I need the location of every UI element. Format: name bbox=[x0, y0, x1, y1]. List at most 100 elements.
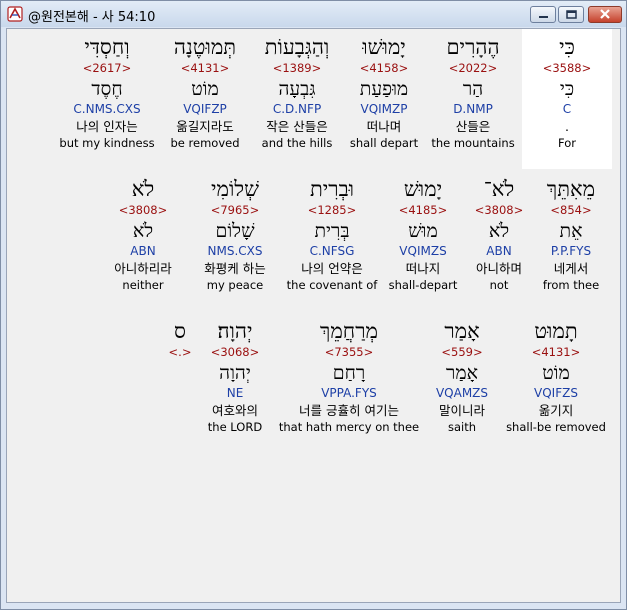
word-vehagevaot[interactable]: וְהַגְּבָעוֹת <1389> גִּבְעָה C.D.NFP 작은… bbox=[253, 29, 341, 151]
word-temutena[interactable]: תְּמוּטֶנָה <4131> מוֹט VQIFZP 옮길지라도 be … bbox=[162, 29, 248, 151]
word-lo-2[interactable]: לֹא <3808> לֹא ABN 아니하리라 neither bbox=[103, 171, 183, 293]
korean-gloss: 나의 인자는 bbox=[76, 119, 138, 134]
strong-number[interactable]: <1389> bbox=[253, 60, 341, 76]
word-yamush[interactable]: יָמוּשׁ <4185> מוּשׁ VQIMZS 떠나지 shall-de… bbox=[385, 171, 461, 293]
word-amar[interactable]: אָמַר <559> אָמַר VQAMZS 말이니라 saith bbox=[425, 313, 499, 435]
hebrew-word: וְחַסְדִּי bbox=[84, 35, 130, 59]
word-uverit[interactable]: וּבְרִית <1285> בְּרִית C.NFSG 나의 언약은 th… bbox=[282, 171, 382, 293]
lexical-form: שָׁלוֹם bbox=[215, 220, 255, 242]
korean-gloss: 말이니라 bbox=[438, 403, 485, 418]
korean-gloss: 네게서 bbox=[553, 261, 589, 276]
word-yhwh[interactable]: יְהוָה׃ <3068> יְהוָה NE 여호와의 the LORD bbox=[197, 313, 273, 435]
strong-number[interactable]: <7965> bbox=[190, 202, 280, 218]
english-gloss: saith bbox=[447, 420, 477, 434]
korean-gloss: 작은 산들은 bbox=[266, 119, 328, 134]
strong-number[interactable]: <4185> bbox=[385, 202, 461, 218]
lexical-form: הַר bbox=[462, 78, 484, 100]
english-gloss: from thee bbox=[542, 278, 600, 292]
parsing-code: VPPA.FYS bbox=[321, 386, 377, 400]
lexical-form: מוּשׁ bbox=[408, 220, 438, 242]
parsing-code: VQAMZS bbox=[435, 386, 489, 400]
lexical-form: רָחַם bbox=[332, 362, 366, 384]
korean-gloss: 아니하며 bbox=[475, 261, 522, 276]
strong-number[interactable]: <3808> bbox=[465, 202, 533, 218]
english-gloss: not bbox=[489, 278, 509, 292]
lexical-form: בְּרִית bbox=[314, 220, 350, 242]
hebrew-word: לֹא bbox=[131, 177, 155, 201]
strong-number[interactable]: <559> bbox=[425, 344, 499, 360]
app-window: @원전본해 - 사 54:10 כִּי <3588> כִּי C . For… bbox=[0, 0, 627, 610]
interlinear-panel[interactable]: כִּי <3588> כִּי C . For הֶהָרִים <2022>… bbox=[6, 28, 621, 603]
hebrew-word: וּבְרִית bbox=[309, 177, 355, 201]
strong-number[interactable]: <1285> bbox=[282, 202, 382, 218]
bible-app-icon bbox=[7, 6, 23, 22]
title-bar[interactable]: @원전본해 - 사 54:10 bbox=[1, 1, 626, 27]
hebrew-word: לֹא־ bbox=[483, 177, 515, 201]
strong-number[interactable]: <3588> bbox=[522, 60, 612, 76]
maximize-button[interactable] bbox=[558, 6, 584, 23]
strong-number[interactable]: <3808> bbox=[103, 202, 183, 218]
word-ki[interactable]: כִּי <3588> כִּי C . For bbox=[522, 29, 612, 169]
lexical-form: מוּפַעַת bbox=[359, 78, 409, 100]
strong-number[interactable]: <4131> bbox=[504, 344, 608, 360]
strong-number[interactable]: <4158> bbox=[342, 60, 426, 76]
lexical-form: אֵת bbox=[559, 220, 583, 242]
parsing-code: ABN bbox=[130, 244, 156, 258]
parsing-code: ABN bbox=[486, 244, 512, 258]
korean-gloss: 여호와의 bbox=[211, 403, 258, 418]
hebrew-word: ס bbox=[174, 319, 186, 343]
lexical-form: מוֹט bbox=[542, 362, 570, 384]
english-gloss: neither bbox=[122, 278, 164, 292]
lexical-form: מוֹט bbox=[191, 78, 219, 100]
word-tamut[interactable]: תָמוּט <4131> מוֹט VQIFZS 옮기지 shall-be r… bbox=[504, 313, 608, 435]
korean-gloss: 떠나며 bbox=[366, 119, 402, 134]
strong-number[interactable]: <.> bbox=[161, 344, 199, 360]
english-gloss: the covenant of bbox=[286, 278, 378, 292]
parsing-code: D.NMP bbox=[453, 102, 493, 116]
word-meittech[interactable]: מֵאִתֵּךְ <854> אֵת P.P.FYS 네게서 from the… bbox=[534, 171, 608, 293]
lexical-form: אָמַר bbox=[446, 362, 478, 384]
strong-number[interactable]: <854> bbox=[534, 202, 608, 218]
hebrew-word: תָמוּט bbox=[534, 319, 578, 343]
hebrew-word: כִּי bbox=[559, 35, 575, 59]
english-gloss: the mountains bbox=[431, 136, 515, 150]
english-gloss: shall depart bbox=[349, 136, 419, 150]
korean-gloss: 나의 언약은 bbox=[301, 261, 363, 276]
hebrew-word: יְהוָה׃ bbox=[217, 319, 253, 343]
close-button[interactable] bbox=[588, 6, 622, 23]
strong-number[interactable]: <7355> bbox=[277, 344, 421, 360]
hebrew-word: וְהַגְּבָעוֹת bbox=[264, 35, 330, 59]
korean-gloss: 옮기지 bbox=[538, 403, 574, 418]
word-vechasdi[interactable]: וְחַסְדִּי <2617> חֶסֶד C.NMS.CXS 나의 인자는… bbox=[55, 29, 159, 151]
parsing-code: NE bbox=[226, 386, 244, 400]
hebrew-word: אָמַר bbox=[444, 319, 480, 343]
lexical-form: יְהוָה bbox=[219, 362, 251, 384]
hebrew-word: מְרַחֲמֵךְ bbox=[320, 319, 378, 343]
english-gloss: that hath mercy on thee bbox=[278, 420, 420, 434]
parsing-code: VQIFZP bbox=[183, 102, 227, 116]
hebrew-word: מֵאִתֵּךְ bbox=[546, 177, 596, 201]
word-lo[interactable]: לֹא־ <3808> לֹא ABN 아니하며 not bbox=[465, 171, 533, 293]
parsing-code: C bbox=[562, 102, 572, 116]
word-yamushu[interactable]: יָמוּשׁוּ <4158> מוּפַעַת VQIMZP 떠나며 sha… bbox=[342, 29, 426, 151]
minimize-button[interactable] bbox=[530, 6, 556, 23]
parsing-code: NMS.CXS bbox=[207, 244, 263, 258]
word-shelomi[interactable]: שְׁלוֹמִי <7965> שָׁלוֹם NMS.CXS 화평케 하는 … bbox=[190, 171, 280, 293]
english-gloss: the LORD bbox=[207, 420, 263, 434]
word-merachamech[interactable]: מְרַחֲמֵךְ <7355> רָחַם VPPA.FYS 너를 긍휼히 … bbox=[277, 313, 421, 435]
parsing-code: VQIMZS bbox=[399, 244, 447, 258]
word-setumah[interactable]: ס <.> bbox=[161, 313, 199, 360]
strong-number[interactable]: <4131> bbox=[162, 60, 248, 76]
strong-number[interactable]: <3068> bbox=[197, 344, 273, 360]
english-gloss: my peace bbox=[206, 278, 264, 292]
parsing-code: VQIFZS bbox=[534, 386, 578, 400]
word-heharim[interactable]: הֶהָרִים <2022> הַר D.NMP 산들은 the mounta… bbox=[425, 29, 521, 151]
strong-number[interactable]: <2022> bbox=[425, 60, 521, 76]
lexical-form: גִּבְעָה bbox=[278, 78, 316, 100]
strong-number[interactable]: <2617> bbox=[55, 60, 159, 76]
korean-gloss: 너를 긍휼히 여기는 bbox=[299, 403, 399, 418]
parsing-code: C.NFSG bbox=[309, 244, 355, 258]
english-gloss: For bbox=[558, 136, 576, 150]
maximize-icon bbox=[566, 10, 577, 19]
korean-gloss: . bbox=[565, 119, 569, 134]
